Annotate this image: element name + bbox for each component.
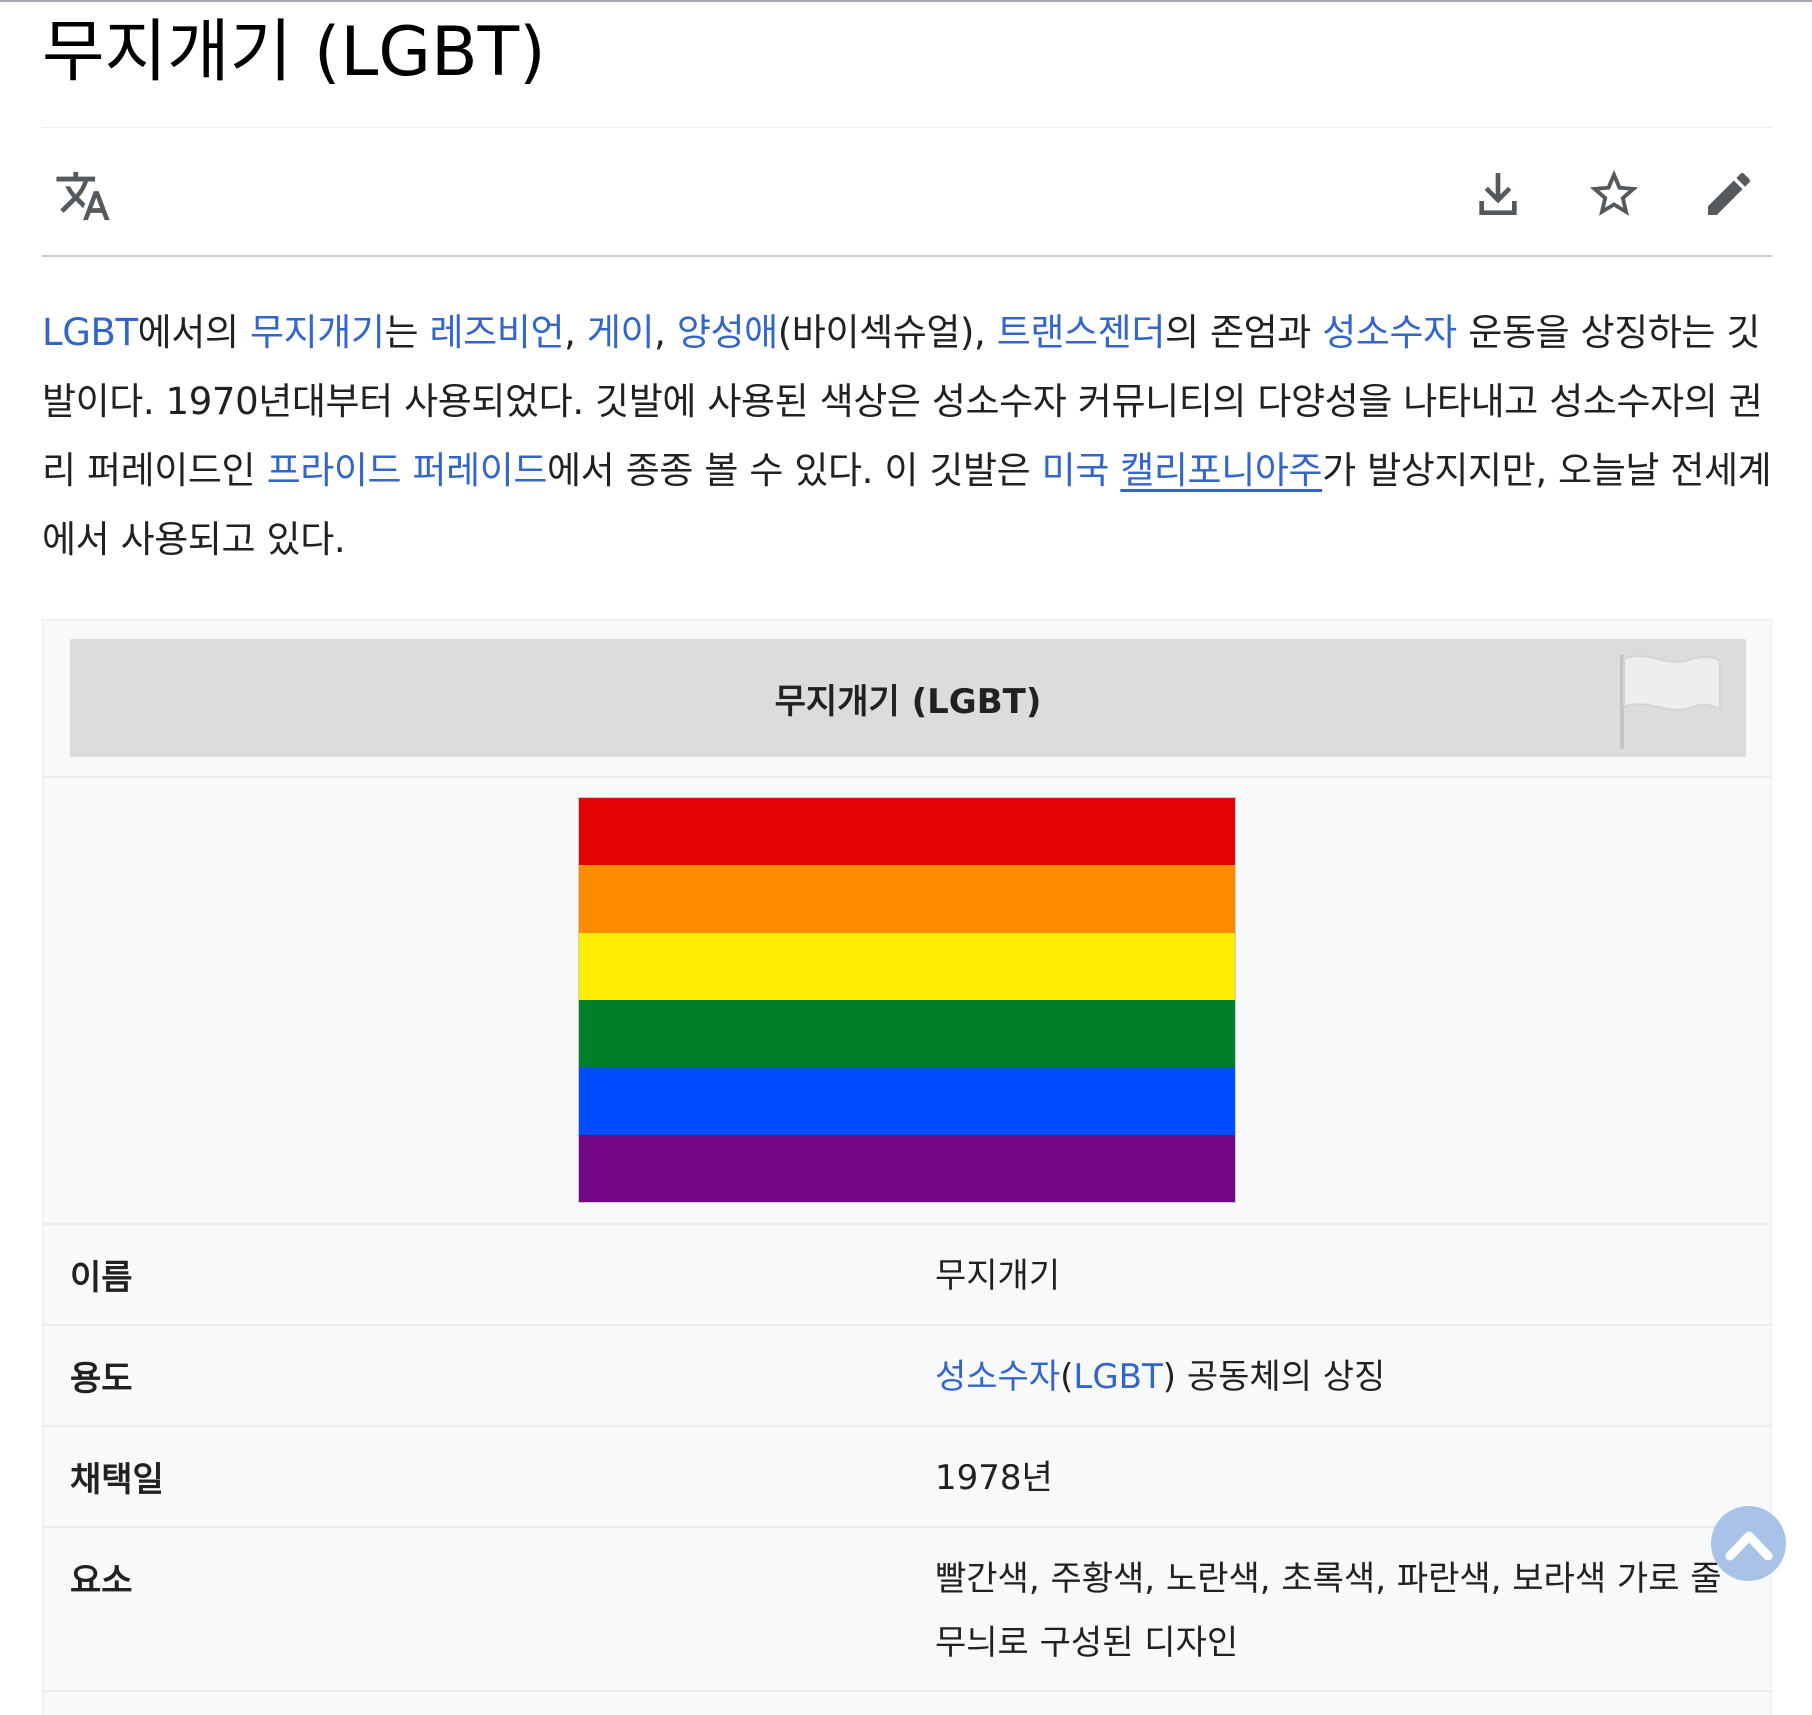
row-value-elements: 빨간색, 주황색, 노란색, 초록색, 파란색, 보라색 가로 줄무늬로 구성된… (935, 1559, 1722, 1663)
download-icon[interactable] (1467, 163, 1529, 225)
infobox-title: 무지개기 (LGBT) (774, 681, 1042, 722)
infobox-header: 무지개기 (LGBT) (70, 639, 1746, 757)
white-flag-icon (1608, 647, 1728, 757)
flag-stripe-4 (579, 999, 1235, 1068)
row-value-usage: 성소수자(LGBT) 공동체의 상징 (935, 1357, 1386, 1397)
star-icon[interactable] (1583, 163, 1645, 225)
flag-stripe-6 (579, 1134, 1235, 1202)
infobox-divider (43, 1526, 1771, 1528)
link-rainbow-flag[interactable]: 무지개기 (250, 311, 385, 354)
link-lgbt[interactable]: LGBT (1073, 1357, 1162, 1397)
link-usa[interactable]: 미국 (1042, 449, 1110, 492)
flag-stripe-2 (579, 865, 1235, 933)
infobox-divider (43, 1690, 1771, 1692)
infobox: 무지개기 (LGBT) 이름 무지개기 용도 성소수자(LGBT) 공동체의 상… (42, 619, 1772, 1715)
page-title: 무지개기 (LGBT) (42, 13, 546, 92)
link-sexual-minority[interactable]: 성소수자 (1322, 311, 1457, 354)
title-divider (42, 127, 1772, 128)
flag-stripe-3 (579, 932, 1235, 1000)
infobox-divider (43, 1324, 1771, 1326)
link-lgbt[interactable]: LGBT (42, 311, 138, 354)
link-sexual-minority[interactable]: 성소수자 (935, 1357, 1060, 1397)
top-border (0, 0, 1812, 2)
link-california[interactable]: 캘리포니아주 (1120, 449, 1322, 492)
link-bisexual[interactable]: 양성애 (677, 311, 778, 354)
link-gay[interactable]: 게이 (587, 311, 655, 354)
chevron-up-icon (1725, 1531, 1772, 1560)
row-value-adopted: 1978년 (935, 1458, 1053, 1498)
row-label-adopted: 채택일 (70, 1460, 164, 1500)
row-label-elements: 요소 (70, 1561, 133, 1601)
translate-icon[interactable] (52, 165, 114, 227)
link-lesbian[interactable]: 레즈비언 (430, 311, 565, 354)
flag-stripe-5 (579, 1067, 1235, 1135)
intro-paragraph: LGBT에서의 무지개기는 레즈비언, 게이, 양성애(바이섹슈얼), 트랜스젠… (42, 311, 1772, 561)
link-transgender[interactable]: 트랜스젠더 (997, 311, 1166, 354)
row-value-name: 무지개기 (935, 1256, 1061, 1296)
row-label-usage: 용도 (70, 1359, 133, 1399)
row-label-name: 이름 (70, 1258, 133, 1298)
rainbow-flag-image[interactable] (578, 797, 1236, 1203)
link-pride-parade[interactable]: 프라이드 퍼레이드 (267, 449, 548, 492)
infobox-divider (43, 1223, 1771, 1225)
scroll-to-top-button[interactable] (1711, 1506, 1786, 1581)
toolbar-divider (42, 255, 1772, 257)
flag-stripe-1 (579, 798, 1235, 866)
infobox-divider (43, 1425, 1771, 1427)
infobox-divider (43, 776, 1771, 778)
pencil-icon[interactable] (1698, 163, 1760, 225)
